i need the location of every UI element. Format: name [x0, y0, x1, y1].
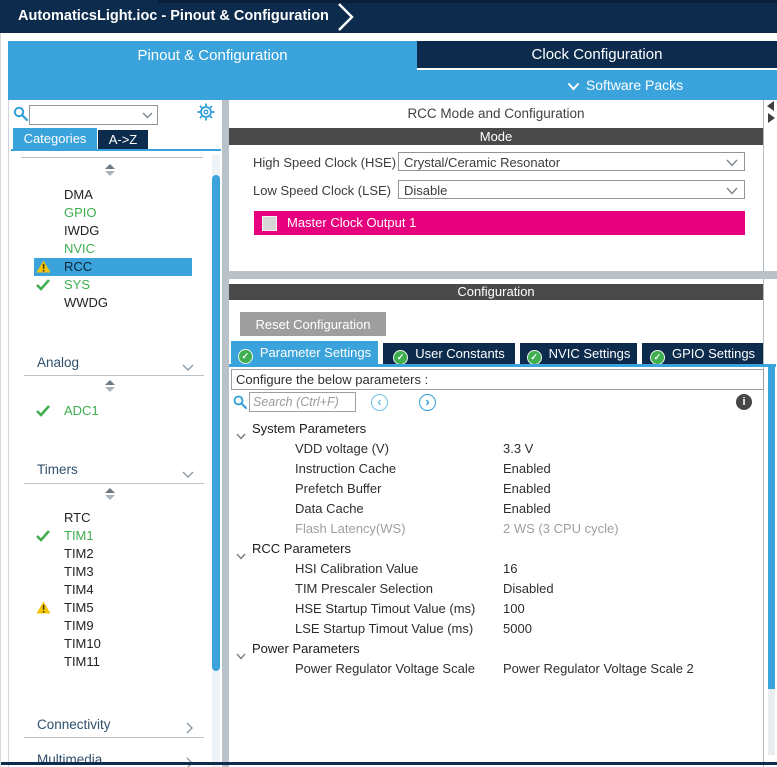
chevron-down-icon — [726, 187, 738, 195]
param-row: LSE Startup Timout Value (ms)5000 — [230, 619, 763, 639]
reset-configuration-button[interactable]: Reset Configuration — [240, 312, 386, 336]
ok-badge-icon: ✓ — [238, 349, 253, 364]
sidebar-item-tim10[interactable]: TIM10 — [34, 635, 192, 653]
left-border — [0, 33, 1, 767]
sidebar-item-tim3[interactable]: TIM3 — [34, 563, 192, 581]
bottom-border — [0, 762, 777, 765]
param-row: Flash Latency(WS)2 WS (3 CPU cycle) — [230, 519, 763, 539]
tab-parameter-settings[interactable]: ✓Parameter Settings — [231, 341, 378, 364]
vertical-splitter[interactable] — [222, 100, 229, 767]
param-row: Data CacheEnabled — [230, 499, 763, 519]
chevron-down-icon — [142, 112, 153, 119]
search-icon — [13, 106, 29, 127]
ok-badge-icon: ✓ — [527, 350, 542, 365]
hse-label: High Speed Clock (HSE) — [253, 153, 396, 172]
param-row: Prefetch BufferEnabled — [230, 479, 763, 499]
divider — [24, 375, 204, 376]
chevron-down-icon — [726, 159, 738, 167]
sidebar-item-tim2[interactable]: TIM2 — [34, 545, 192, 563]
ok-badge-icon: ✓ — [650, 350, 665, 365]
divider — [21, 157, 203, 158]
configuration-section-header: Configuration — [229, 284, 763, 300]
lse-select[interactable]: Disable — [398, 180, 745, 199]
sidebar-item-wwdg[interactable]: WWDG — [34, 294, 192, 312]
horizontal-splitter[interactable] — [229, 271, 777, 279]
sidebar-item-sys[interactable]: SYS — [34, 276, 192, 294]
mode-section-header: Mode — [229, 128, 763, 145]
tab-gpio-settings[interactable]: ✓GPIO Settings — [642, 343, 763, 364]
chevron-down-icon — [567, 82, 580, 91]
breadcrumb-chevron-icon — [336, 2, 356, 37]
param-row: TIM Prescaler SelectionDisabled — [230, 579, 763, 599]
software-packs-menu[interactable]: Software Packs — [473, 70, 777, 100]
sidebar-item-tim9[interactable]: TIM9 — [34, 617, 192, 635]
sidebar-tab-categories[interactable]: Categories — [13, 128, 97, 149]
sidebar-tab-az[interactable]: A->Z — [98, 130, 148, 149]
ok-badge-icon: ✓ — [393, 350, 408, 365]
config-tabs-underline — [229, 364, 776, 367]
param-row: VDD voltage (V)3.3 V — [230, 439, 763, 459]
collapse-right-icon[interactable] — [768, 113, 775, 123]
sidebar-section-analog[interactable]: Analog — [37, 354, 204, 372]
param-row: Power Regulator Voltage ScalePower Regul… — [230, 659, 763, 679]
param-row: HSE Startup Timout Value (ms)100 — [230, 599, 763, 619]
info-icon[interactable]: i — [736, 394, 752, 410]
master-clock-output-row: Master Clock Output 1 — [254, 211, 745, 235]
hse-select[interactable]: Crystal/Ceramic Resonator — [398, 152, 745, 171]
sidebar-item-tim1[interactable]: TIM1 — [34, 527, 192, 545]
sidebar-item-nvic[interactable]: NVIC — [34, 240, 192, 258]
sidebar-item-tim4[interactable]: TIM4 — [34, 581, 192, 599]
check-icon — [36, 404, 50, 422]
sidebar-search-combo[interactable] — [29, 105, 158, 125]
divider — [24, 737, 204, 738]
sidebar-item-rcc[interactable]: RCC — [34, 258, 192, 276]
sidebar-item-dma[interactable]: DMA — [34, 186, 192, 204]
gear-icon[interactable] — [197, 103, 215, 126]
param-group-power[interactable]: Power Parameters — [230, 639, 763, 659]
sidebar-section-timers[interactable]: Timers — [37, 461, 204, 479]
collapse-left-icon[interactable] — [767, 101, 774, 111]
parameters-tree: System Parameters VDD voltage (V)3.3 V I… — [230, 417, 763, 697]
tab-nvic-settings[interactable]: ✓NVIC Settings — [520, 343, 637, 364]
sidebar-section-connectivity[interactable]: Connectivity — [37, 716, 204, 734]
sidebar-item-tim5[interactable]: TIM5 — [34, 599, 192, 617]
sidebar-item-tim11[interactable]: TIM11 — [34, 653, 192, 671]
sidebar-item-adc1[interactable]: ADC1 — [34, 402, 192, 420]
config-scrollbar-thumb[interactable] — [768, 367, 775, 689]
hint-box: Configure the below parameters : — [231, 369, 764, 390]
sidebar-item-gpio[interactable]: GPIO — [34, 204, 192, 222]
tab-pinout-configuration[interactable]: Pinout & Configuration — [8, 41, 417, 70]
tab-clock-configuration[interactable]: Clock Configuration — [417, 41, 777, 68]
tab-user-constants[interactable]: ✓User Constants — [383, 343, 515, 364]
sidebar-item-rtc[interactable]: RTC — [34, 509, 192, 527]
sort-toggle-icon[interactable] — [105, 164, 115, 177]
master-clock-output-label: Master Clock Output 1 — [287, 211, 416, 235]
search-prev-icon[interactable]: ‹ — [371, 394, 388, 411]
software-packs-label: Software Packs — [586, 77, 683, 93]
sort-toggle-icon[interactable] — [105, 488, 115, 501]
sort-toggle-icon[interactable] — [105, 380, 115, 393]
lse-label: Low Speed Clock (LSE) — [253, 181, 391, 200]
chevron-down-icon — [182, 466, 194, 484]
divider — [24, 483, 204, 484]
search-next-icon[interactable]: › — [419, 394, 436, 411]
master-clock-output-checkbox[interactable] — [262, 216, 277, 231]
search-icon — [233, 395, 248, 415]
sidebar-tab-underline — [11, 149, 221, 151]
param-row: Instruction CacheEnabled — [230, 459, 763, 479]
param-row: HSI Calibration Value16 — [230, 559, 763, 579]
breadcrumb[interactable]: AutomaticsLight.ioc - Pinout & Configura… — [18, 0, 329, 33]
param-group-rcc[interactable]: RCC Parameters — [230, 539, 763, 559]
component-sidebar: Categories A->Z DMA GPIO IWDG NVIC RCC S… — [8, 100, 223, 767]
sidebar-item-iwdg[interactable]: IWDG — [34, 222, 192, 240]
param-group-system[interactable]: System Parameters — [230, 419, 763, 439]
parameter-search-input[interactable] — [249, 392, 356, 412]
panel-title: RCC Mode and Configuration — [229, 106, 763, 121]
sidebar-scrollbar-thumb[interactable] — [212, 175, 220, 671]
